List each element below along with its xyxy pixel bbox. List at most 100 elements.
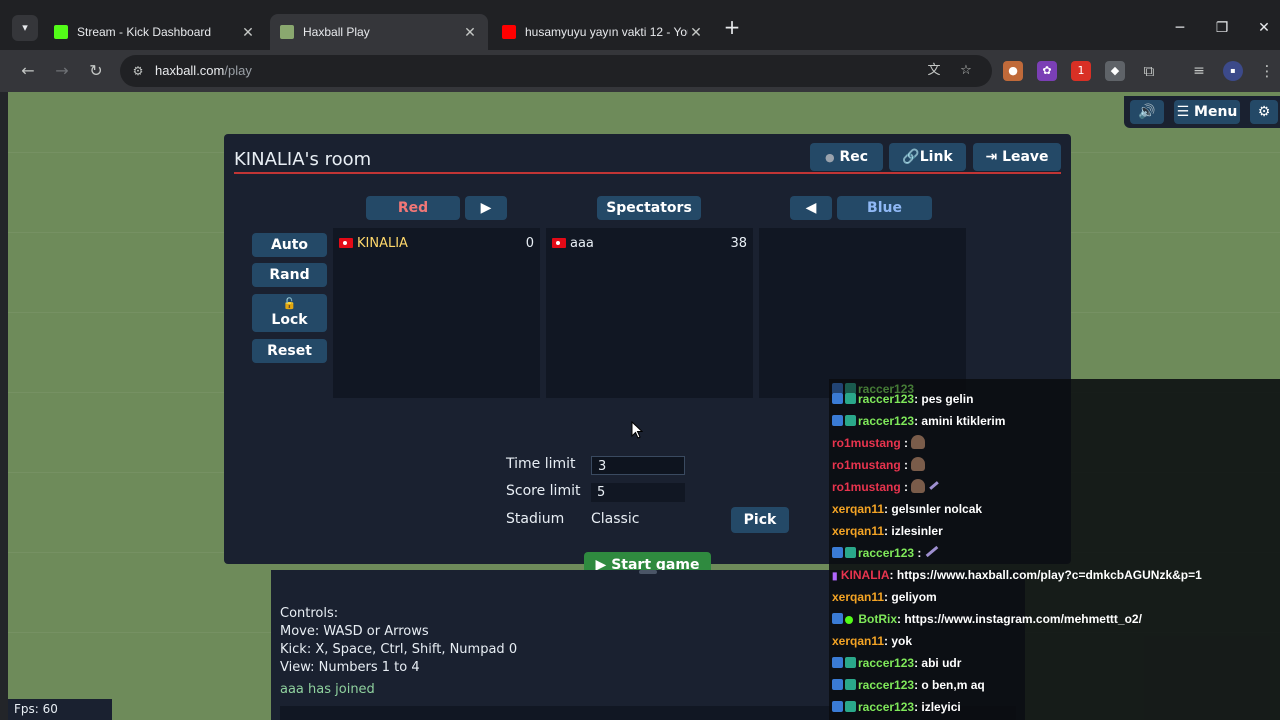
score-limit-input[interactable]: 5 (591, 483, 685, 502)
badge-icon (845, 393, 856, 404)
chat-message: raccer123: amini ktiklerim (832, 411, 1005, 431)
link-button[interactable]: 🔗Link (889, 143, 966, 171)
tab-search-button[interactable]: ▾ (12, 15, 38, 41)
game-canvas: 🔊 ☰ Menu ⚙ KINALIA's room ● Rec 🔗Link ⇥ … (0, 92, 1280, 720)
mic-badge-icon: ▮ (832, 571, 838, 582)
player-row[interactable]: KINALIA 0 (339, 235, 534, 253)
close-tab-icon[interactable]: ✕ (240, 24, 256, 41)
tab-title: Stream - Kick Dashboard (77, 25, 212, 39)
link-icon: 🔗 (902, 149, 920, 165)
spectators-list: aaa 38 (546, 228, 753, 398)
media-queue-icon[interactable]: ≡ (1189, 61, 1209, 81)
sound-icon[interactable]: 🔊 (1130, 100, 1164, 124)
settings-gear-icon[interactable]: ⚙ (1250, 100, 1278, 124)
browser-toolbar: ← → ↻ ⚙ haxball.com/play 文 ☆ ● ✿ 1 ◆ ⧉ ≡… (0, 50, 1280, 92)
chat-message: xerqan11: yok (832, 634, 913, 648)
rec-button[interactable]: ● Rec (810, 143, 883, 171)
kick-favicon-icon (54, 25, 68, 39)
chat-message: raccer123: pes gelin (832, 389, 973, 409)
tab-title: Haxball Play (303, 25, 370, 39)
blue-team-list (759, 228, 966, 398)
chat-message: raccer123: o ben,m aq (832, 675, 985, 695)
badge-icon (845, 679, 856, 690)
game-top-bar: 🔊 ☰ Menu ⚙ (1124, 96, 1280, 128)
purple-extension-icon[interactable]: ✿ (1037, 61, 1057, 81)
rand-button[interactable]: Rand (252, 263, 327, 287)
reset-button[interactable]: Reset (252, 339, 327, 363)
chat-message: ro1mustang : (832, 455, 926, 475)
badge-icon (832, 547, 843, 558)
room-title: KINALIA's room (234, 149, 372, 170)
move-left-arrow-icon[interactable]: ◀ (790, 196, 832, 220)
controls-line: Kick: X, Space, Ctrl, Shift, Numpad 0 (280, 642, 518, 657)
pick-stadium-button[interactable]: Pick (731, 507, 789, 533)
tab-title: husamyuyu yayın vakti 12 - You (525, 25, 688, 39)
address-bar[interactable]: ⚙ haxball.com/play 文 ☆ (120, 55, 992, 87)
window-close-icon[interactable]: ✕ (1244, 14, 1280, 42)
score-limit-label: Score limit (506, 483, 581, 499)
chat-message: xerqan11: gelsınler nolcak (832, 502, 983, 516)
minimize-icon[interactable]: ─ (1160, 14, 1200, 42)
restore-icon[interactable]: ❐ (1202, 14, 1242, 42)
badge-icon (845, 657, 856, 668)
chat-message: ro1mustang : (832, 477, 939, 497)
shield-extension-icon[interactable]: ◆ (1105, 61, 1125, 81)
tab-kick-dashboard[interactable]: Stream - Kick Dashboard ✕ (44, 14, 266, 50)
spectators-button[interactable]: Spectators (597, 196, 701, 220)
youtube-favicon-icon (502, 25, 516, 39)
chat-message: raccer123: izleyici (832, 697, 961, 717)
cookie-extension-icon[interactable]: ● (1003, 61, 1023, 81)
profile-avatar[interactable]: ▪ (1223, 61, 1243, 81)
red-extension-icon[interactable]: 1 (1071, 61, 1091, 81)
controls-line: View: Numbers 1 to 4 (280, 660, 420, 675)
red-team-list: KINALIA 0 (333, 228, 540, 398)
badge-icon (832, 701, 843, 712)
unlock-icon: 🔓 (282, 297, 297, 310)
badge-icon (832, 393, 843, 404)
blue-team-button[interactable]: Blue (837, 196, 932, 220)
badge-icon (832, 679, 843, 690)
chat-message: xerqan11: geliyom (832, 590, 937, 604)
tab-youtube[interactable]: husamyuyu yayın vakti 12 - You ✕ (492, 14, 714, 50)
translate-icon[interactable]: 文 (924, 61, 944, 81)
record-dot-icon: ● (824, 151, 835, 164)
tab-haxball-play[interactable]: Haxball Play ✕ (270, 14, 488, 50)
leave-button[interactable]: ⇥ Leave (973, 143, 1061, 171)
auto-button[interactable]: Auto (252, 233, 327, 257)
browser-tab-bar: ▾ Stream - Kick Dashboard ✕ Haxball Play… (0, 0, 1280, 50)
back-arrow-icon[interactable]: ← (14, 57, 42, 85)
exit-icon: ⇥ (985, 149, 998, 165)
time-limit-input[interactable]: 3 (591, 456, 685, 475)
mouse-cursor-icon (631, 421, 643, 439)
browser-menu-icon[interactable]: ⋮ (1257, 61, 1277, 81)
forward-arrow-icon[interactable]: → (48, 57, 76, 85)
join-message: aaa has joined (280, 682, 375, 697)
controls-line: Controls: (280, 606, 339, 621)
move-right-arrow-icon[interactable]: ▶ (465, 196, 507, 220)
chat-message: raccer123: abi udr (832, 653, 961, 673)
cat-emote-icon (911, 435, 926, 449)
badge-icon (845, 547, 856, 558)
player-row[interactable]: aaa 38 (552, 235, 747, 253)
chat-message: ro1mustang : (832, 433, 926, 453)
close-tab-icon[interactable]: ✕ (462, 24, 478, 41)
controls-line: Move: WASD or Arrows (280, 624, 429, 639)
badge-icon (832, 657, 843, 668)
cat-emote-icon (911, 457, 926, 471)
reload-icon[interactable]: ↻ (82, 57, 110, 85)
new-tab-button[interactable]: + (720, 16, 744, 40)
stadium-value: Classic (591, 511, 640, 527)
extensions-puzzle-icon[interactable]: ⧉ (1139, 61, 1159, 81)
bookmark-star-icon[interactable]: ☆ (956, 61, 976, 81)
close-tab-icon[interactable]: ✕ (688, 24, 704, 41)
stream-chat-overlay: raccer123 raccer123: pes gelin raccer123… (829, 379, 1280, 720)
chat-message: ▮ KINALIA: https://www.haxball.com/play?… (832, 568, 1202, 582)
turkey-flag-icon (339, 238, 353, 248)
stadium-label: Stadium (506, 511, 565, 527)
chat-message: xerqan11: izlesinler (832, 524, 943, 538)
red-team-button[interactable]: Red (366, 196, 460, 220)
site-info-icon[interactable]: ⚙ (128, 61, 148, 81)
resize-handle[interactable] (639, 570, 657, 574)
menu-button[interactable]: ☰ Menu (1174, 100, 1240, 124)
lock-button[interactable]: 🔓 Lock (252, 294, 327, 332)
